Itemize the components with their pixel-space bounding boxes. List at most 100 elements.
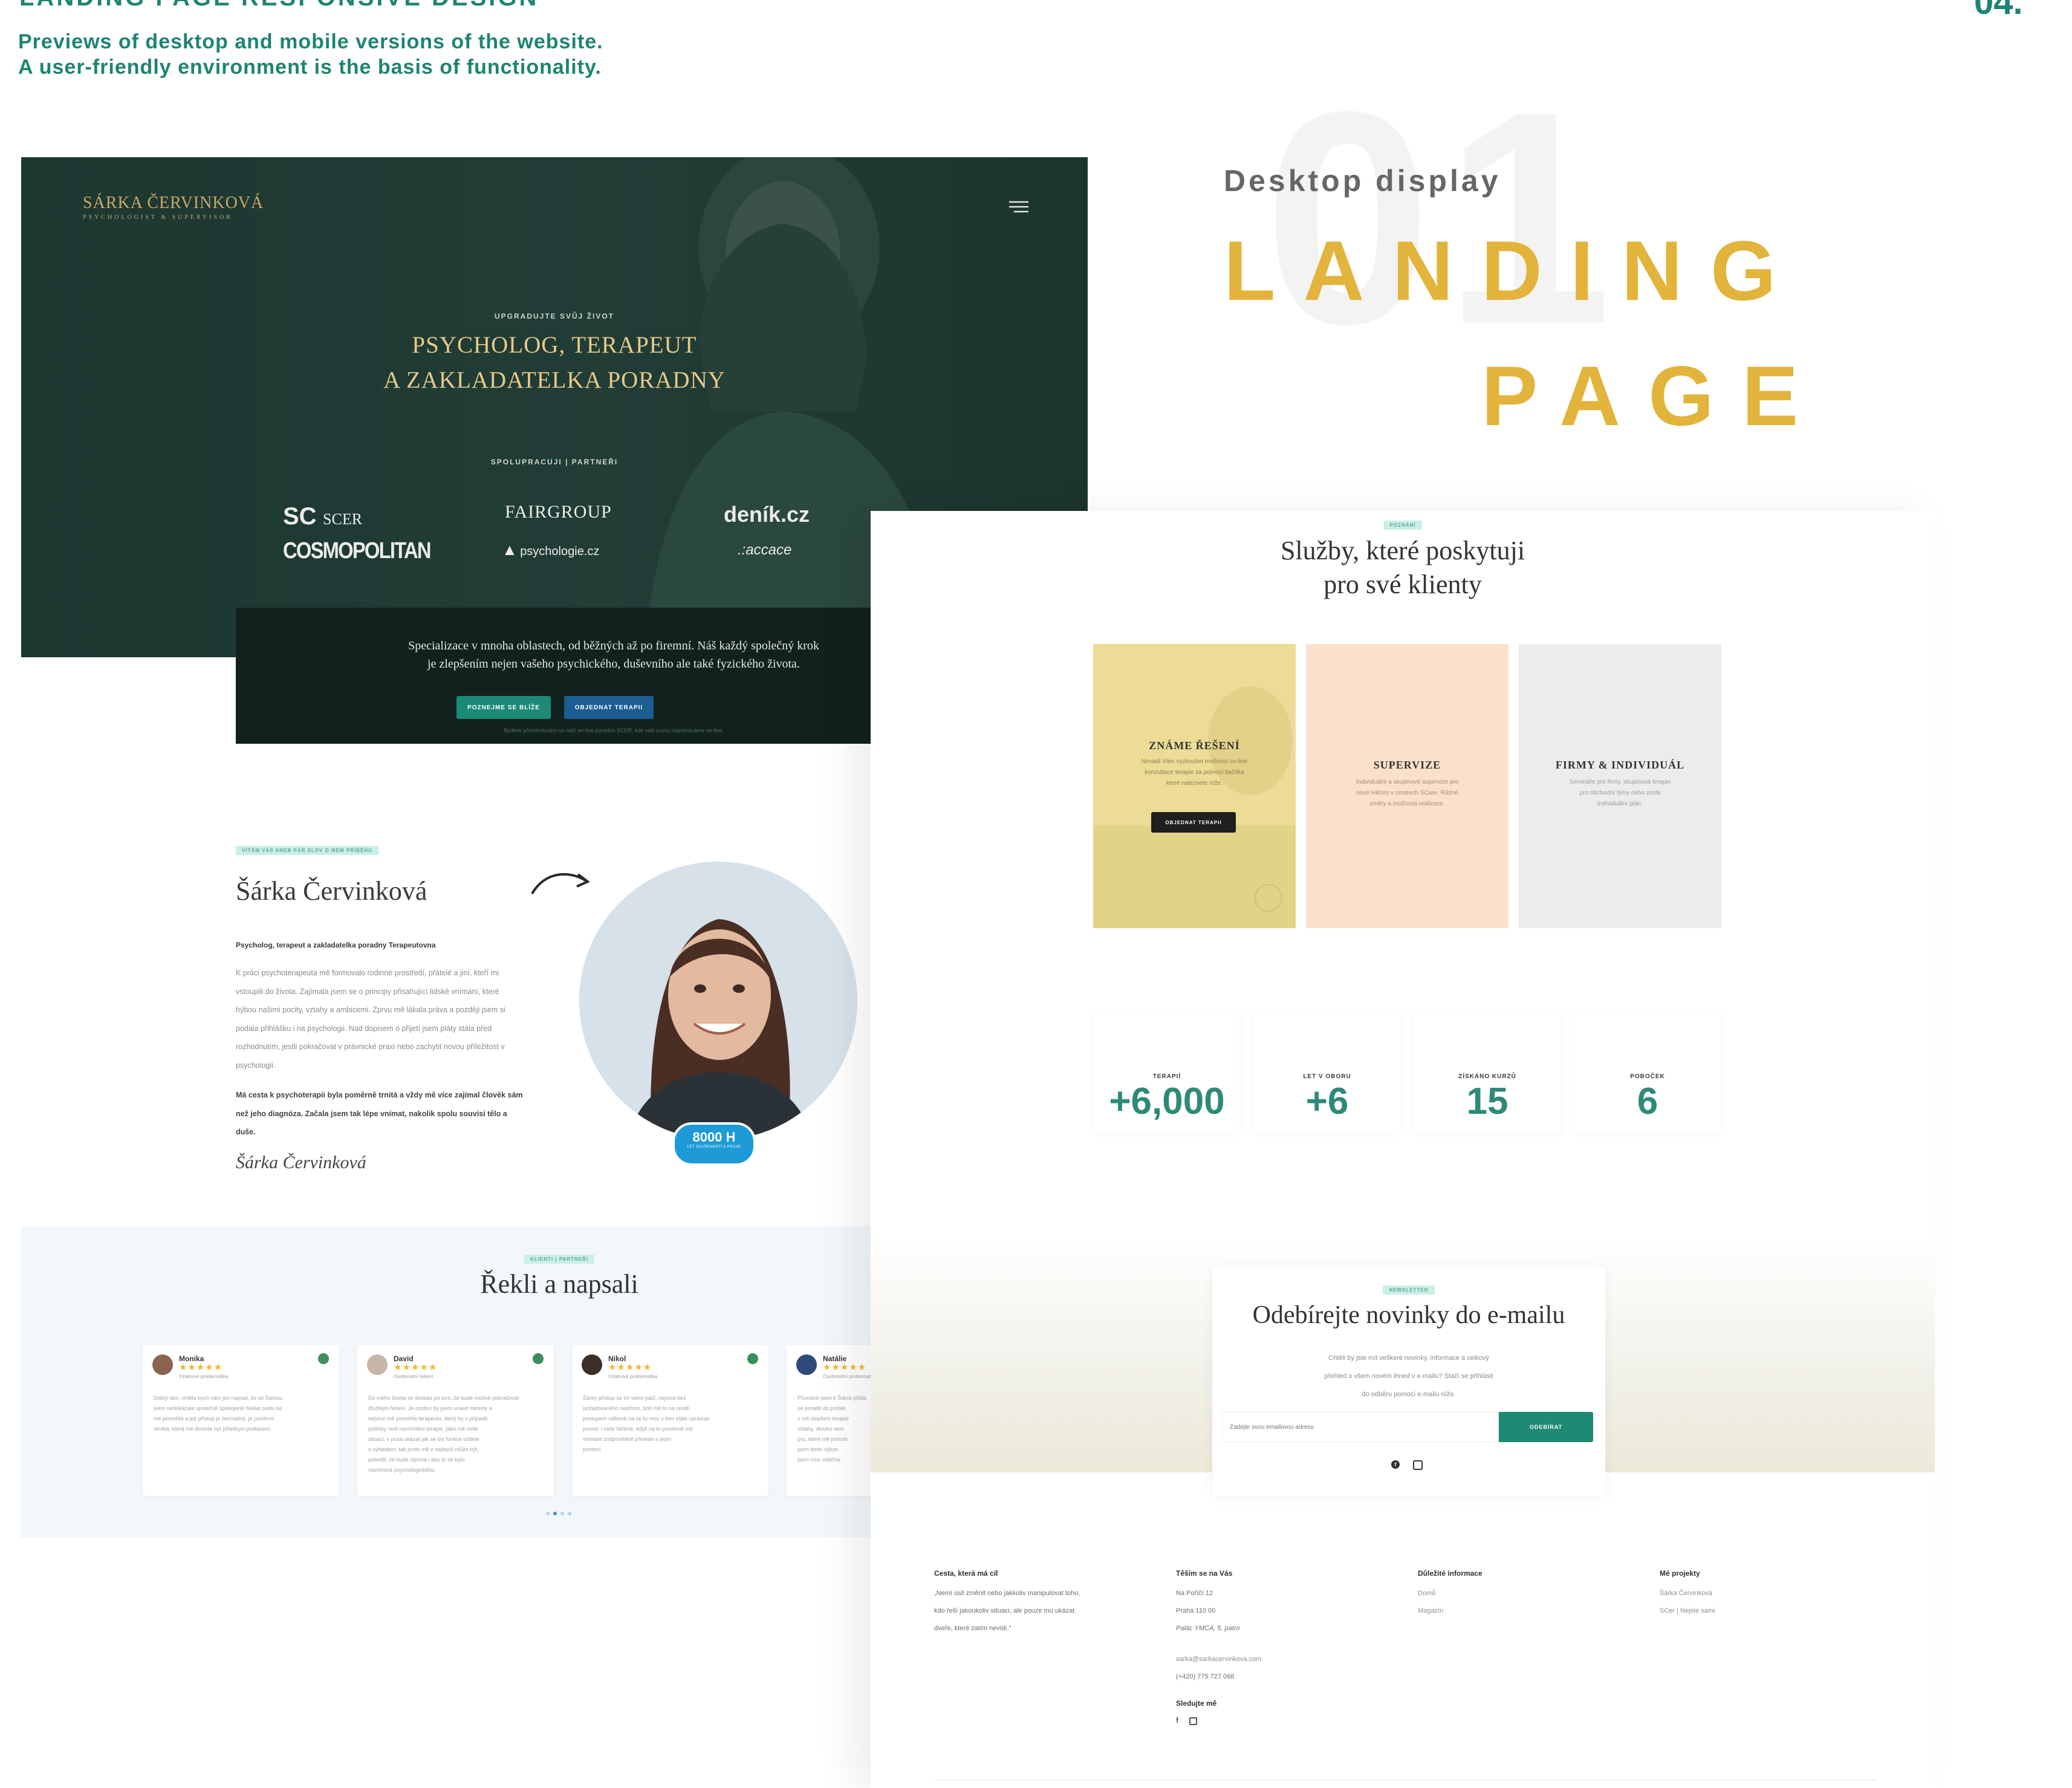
service-card-solution[interactable]: ZNÁME ŘEŠENÍ Nevadí Vám vyzkoušet možnos… — [1093, 644, 1296, 928]
experience-badge: 8000 H LET ZKUŠENOSTÍ A PRAXE — [672, 1122, 756, 1166]
footer-link-project[interactable]: Šárka Červinková — [1660, 1585, 1715, 1602]
badge-value: 8000 H — [692, 1130, 736, 1145]
about-p2-line: Má cesta k psychoterapii byla poměrně tr… — [236, 1091, 523, 1099]
reviewer-role: Vztahová problematika — [608, 1374, 658, 1379]
service-card-text: Nevadí Vám vyzkoušet možnost on-line konz… — [1141, 758, 1248, 787]
partner-scer-label: SCER — [323, 510, 363, 528]
partner-logo-scer[interactable]: SC SCER — [283, 503, 362, 530]
about-p1-line: K práci psychoterapeuta mě formovalo rod… — [236, 969, 499, 977]
about-signature: Šárka Červinková — [236, 1152, 366, 1172]
footer-link-magazine[interactable]: Magazín — [1418, 1602, 1483, 1620]
review-card[interactable]: David ★★★★★ Osobnostní řešení Do mého ži… — [357, 1344, 554, 1497]
facebook-icon[interactable]: f — [1176, 1716, 1178, 1725]
partner-logo-accace[interactable]: .:accace — [738, 542, 791, 559]
order-therapy-button[interactable]: OBJEDNAT TERAPII — [1151, 812, 1236, 833]
stat-value: 6 — [1637, 1081, 1658, 1122]
cta-primary-label: POZNEJME SE BLÍŽE — [467, 704, 540, 711]
stat-label: LET V OBORU — [1303, 1073, 1351, 1080]
stat-value: +6,000 — [1109, 1081, 1225, 1122]
intro-line-1: Previews of desktop and mobile versions … — [18, 30, 603, 53]
partner-logo-cosmopolitan[interactable]: COSMOPOLITAN — [283, 538, 432, 564]
top-cut-heading: LANDING PAGE RESPONSIVE DESIGN — [19, 0, 539, 11]
footer-link-project[interactable]: SCer | Nejste sami — [1660, 1602, 1715, 1620]
google-icon — [533, 1353, 544, 1364]
review-card[interactable]: Monika ★★★★★ Vztahové problematika Dobrý… — [142, 1344, 340, 1497]
stat-item: POBOČEK 6 — [1575, 1013, 1720, 1134]
services-title-line1: Služby, které poskytuji — [1280, 536, 1525, 565]
stat-item: LET V OBORU +6 — [1255, 1013, 1400, 1134]
stat-item: TERAPIÍ +6,000 — [1094, 1013, 1239, 1134]
about-p2-line: duše. — [236, 1128, 256, 1136]
cta-secondary-label: OBJEDNAT TERAPII — [574, 704, 643, 711]
hero-title-line2: A ZAKLADATELKA PORADNY — [383, 367, 726, 393]
psychologie-mark-icon: ▲ — [502, 541, 518, 559]
portrait-photo — [579, 862, 857, 1140]
newsletter-title: Odebírejte novinky do e-mailu — [1252, 1301, 1565, 1329]
showcase-title-landing: LANDING — [1224, 223, 1804, 318]
hamburger-menu-icon[interactable] — [1007, 198, 1031, 215]
instagram-icon[interactable] — [1189, 1717, 1197, 1725]
stats-section: TERAPIÍ +6,000 LET V OBORU +6 ZÍSKÁNO KU… — [871, 1013, 1935, 1146]
service-card-supervision[interactable]: SUPERVIZE Individuální a skupinové super… — [1306, 644, 1509, 928]
about-p2-line: než jeho diagnóza. Začala jsem tak lépe … — [236, 1109, 507, 1118]
badge-sub: LET ZKUŠENOSTÍ A PRAXE — [687, 1145, 741, 1149]
footer-link-home[interactable]: Domů — [1418, 1585, 1483, 1602]
hero-eyebrow: UPGRADUJTE SVŮJ ŽIVOT — [494, 312, 615, 320]
about-name: Šárka Červinková — [236, 876, 427, 906]
reviews-tag: KLIENTI | PARTNEŘI — [21, 1253, 871, 1264]
services-title-line2: pro své klienty — [1323, 570, 1482, 599]
hero-logo-name: SÁRKA ČERVINKOVÁ — [83, 193, 264, 212]
stat-label: TERAPIÍ — [1152, 1073, 1181, 1080]
scer-mark-icon: SC — [283, 503, 317, 530]
instagram-icon[interactable] — [1413, 1460, 1423, 1470]
partner-logo-denik[interactable]: deník.cz — [724, 502, 810, 527]
footer-contact[interactable]: sarka@sarkacervinkova.com (+420) 775 727 … — [1176, 1651, 1261, 1686]
avatar — [367, 1354, 388, 1375]
rating-stars-icon: ★★★★★ — [823, 1362, 867, 1373]
about-paragraph-2: Má cesta k psychoterapii byla poměrně tr… — [236, 1086, 523, 1142]
partner-psychologie-label: psychologie.cz — [520, 545, 600, 558]
footer-col-2: Těším se na Vás Na Poříčí 12 Praha 110 00… — [1176, 1569, 1261, 1725]
footer-quote: „Nemí úsil změnit nebo jakkoliv manipulo… — [934, 1590, 1080, 1632]
service-card-title: FIRMY & INDIVIDUÁL — [1555, 759, 1685, 771]
about-paragraph-1: K práci psychoterapeuta mě formovalo rod… — [236, 964, 505, 1074]
footer-col-heading: Těším se na Vás — [1176, 1569, 1233, 1578]
showcase-title-page: PAGE — [1481, 348, 1827, 443]
rating-stars-icon: ★★★★★ — [394, 1362, 438, 1373]
about-p1-line: psychologii. — [236, 1061, 276, 1070]
hero-logo[interactable]: SÁRKA ČERVINKOVÁ PSYCHOLOGIST & SUPERVIS… — [83, 193, 264, 221]
service-card-text: Individuální a skupinové supervize pro no… — [1356, 779, 1459, 807]
facebook-icon[interactable]: f — [1391, 1460, 1400, 1469]
subscribe-button[interactable]: ODEBÍRAT — [1499, 1412, 1593, 1442]
subscribe-label: ODEBÍRAT — [1529, 1424, 1563, 1430]
review-text: Dobrý den, chtěla bych vám jen napsat, ž… — [154, 1395, 283, 1432]
footer: Cesta, která má cíl „Nemí úsil změnit ne… — [871, 1569, 1935, 1787]
service-card-title: SUPERVIZE — [1373, 759, 1441, 771]
footer-col-4: Mé projekty Šárka Červinková SCer | Nejs… — [1660, 1569, 1715, 1620]
stat-label: POBOČEK — [1630, 1073, 1665, 1080]
avatar — [796, 1354, 817, 1375]
review-card[interactable]: Natálie ★★★★★ Osobnostní problematika Pů… — [786, 1344, 871, 1497]
service-card-title: ZNÁME ŘEŠENÍ — [1149, 740, 1240, 752]
cta-primary-button[interactable]: POZNEJME SE BLÍŽE — [456, 696, 551, 719]
newsletter-text: Chtěli by jste mít veškeré novinky, info… — [1324, 1354, 1493, 1398]
curved-arrow-icon — [527, 865, 594, 904]
about-lead: Psycholog, terapeut a zakladatelka porad… — [236, 941, 436, 949]
stat-value: 15 — [1466, 1081, 1509, 1122]
review-text: Šárky přístup se mi velmi páčí, nejvíce … — [583, 1395, 710, 1452]
review-card[interactable]: Nikol ★★★★★ Vztahová problematika Šárky … — [571, 1344, 769, 1497]
footer-address: Na Poříčí 12 Praha 110 00 Palác YMCA, 5. p… — [1176, 1590, 1240, 1632]
stat-value: +6 — [1305, 1081, 1349, 1122]
google-icon — [318, 1353, 329, 1364]
newsletter-email-input[interactable] — [1222, 1412, 1499, 1442]
cta-secondary-button[interactable]: OBJEDNAT TERAPII — [564, 696, 654, 719]
service-card-companies[interactable]: FIRMY & INDIVIDUÁL Semináře pro firmy, s… — [1519, 644, 1721, 928]
carousel-dots[interactable] — [546, 1512, 571, 1515]
footer-col-heading: Cesta, která má cíl — [934, 1569, 998, 1578]
avatar — [152, 1354, 173, 1375]
reviews-section: KLIENTI | PARTNEŘI Řekli a napsali Monik… — [21, 1226, 871, 1538]
page-number: 04. — [1974, 0, 2023, 22]
hero-logo-sub: PSYCHOLOGIST & SUPERVISOR — [83, 214, 233, 221]
partner-logo-psychologie[interactable]: ▲ psychologie.cz — [502, 541, 599, 559]
partner-logo-fairgroup[interactable]: FAIRGROUP — [505, 502, 612, 522]
